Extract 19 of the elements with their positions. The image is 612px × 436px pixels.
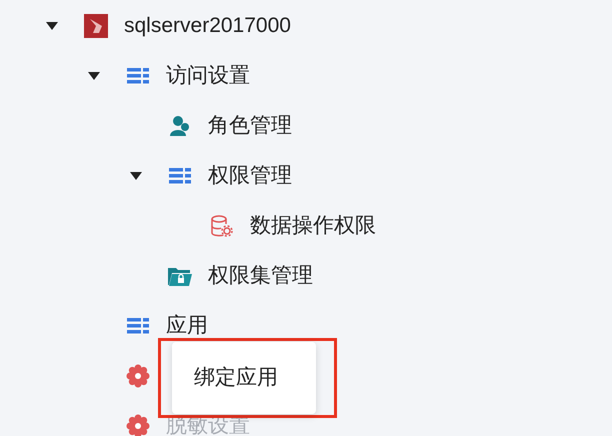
tree-node-label[interactable]: 权限集管理 [208, 260, 313, 292]
list-icon [169, 168, 191, 184]
tree-node-label[interactable]: 应用 [166, 310, 208, 342]
database-gear-icon [211, 215, 233, 237]
users-icon [169, 115, 191, 137]
locked-folder-icon [168, 266, 192, 286]
tree-node-label[interactable]: sqlserver2017000 [124, 10, 291, 42]
tree-node-label[interactable]: 角色管理 [208, 110, 292, 142]
menu-item[interactable]: 绑定应用 [172, 353, 316, 402]
database-logo-icon [84, 14, 108, 38]
list-icon [127, 318, 149, 334]
expand-caret-icon[interactable] [129, 171, 143, 181]
tree-node-label[interactable]: 权限管理 [208, 160, 292, 192]
tree-node-label[interactable]: 访问设置 [166, 60, 250, 92]
gear-icon [126, 364, 150, 388]
tree-node-label[interactable]: 数据操作权限 [250, 210, 376, 242]
expand-caret-icon[interactable] [87, 71, 101, 81]
expand-caret-icon[interactable] [45, 21, 59, 31]
list-icon [127, 68, 149, 84]
